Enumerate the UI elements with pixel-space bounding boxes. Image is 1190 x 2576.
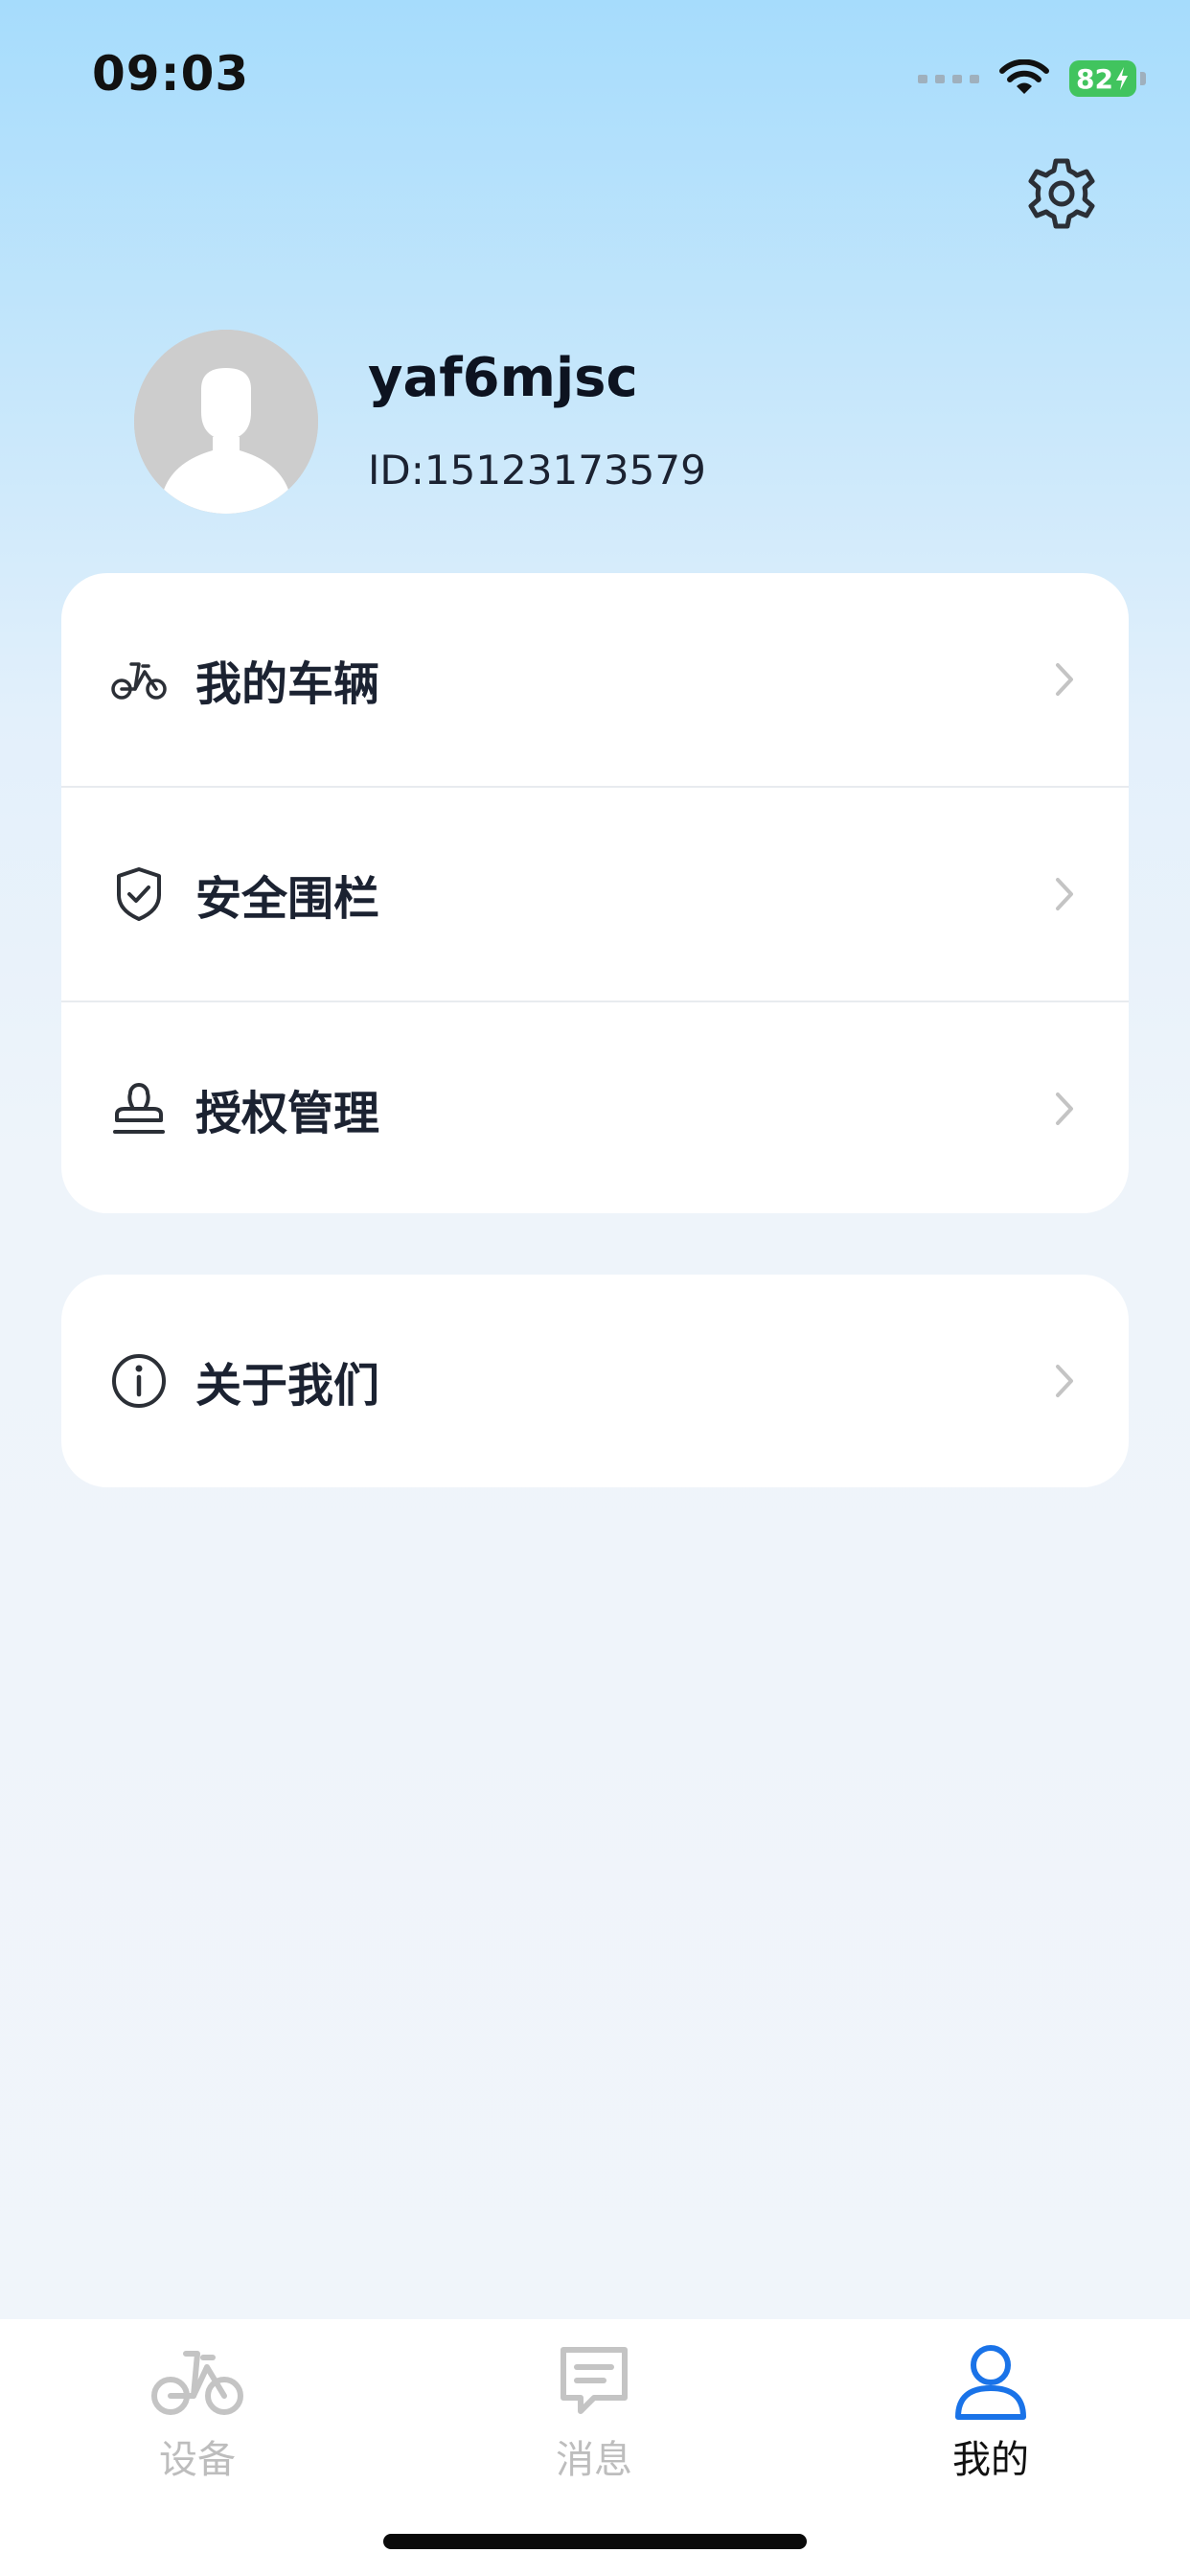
person-icon (938, 2336, 1043, 2425)
menu-item-label: 授权管理 (195, 1087, 380, 1140)
chevron-right-icon (1050, 1088, 1079, 1130)
settings-button[interactable] (1021, 153, 1102, 234)
user-id: ID:15123173579 (368, 447, 706, 494)
tab-messages[interactable]: 消息 (489, 2336, 699, 2484)
menu-card-main: 我的车辆 安全围栏 授权管理 (61, 573, 1129, 1213)
status-time: 09:03 (92, 46, 250, 102)
home-indicator[interactable] (383, 2534, 807, 2549)
menu-item-label: 关于我们 (195, 1359, 380, 1413)
wifi-icon (999, 59, 1049, 94)
chevron-right-icon (1050, 1360, 1079, 1402)
tab-label: 我的 (952, 2438, 1029, 2482)
chevron-right-icon (1050, 873, 1079, 915)
gear-icon (1028, 158, 1095, 229)
avatar[interactable] (134, 330, 318, 514)
bike-icon (145, 2336, 250, 2425)
cellular-signal-icon (918, 74, 979, 83)
menu-item-label: 我的车辆 (195, 657, 380, 711)
menu-item-safety-fence[interactable]: 安全围栏 (61, 788, 1129, 1002)
tab-mine[interactable]: 我的 (885, 2336, 1096, 2484)
tab-devices[interactable]: 设备 (92, 2336, 303, 2484)
menu-item-label: 安全围栏 (195, 872, 380, 926)
menu-item-about-us[interactable]: 关于我们 (61, 1275, 1129, 1487)
menu-item-my-vehicles[interactable]: 我的车辆 (61, 573, 1129, 788)
chevron-right-icon (1050, 658, 1079, 701)
stamp-icon (107, 1077, 171, 1140)
shield-check-icon (107, 862, 171, 926)
bike-icon (107, 648, 171, 711)
username: yaf6mjsc (368, 347, 638, 409)
battery-level: 82 (1076, 62, 1113, 95)
info-icon (107, 1349, 171, 1413)
menu-item-authorization[interactable]: 授权管理 (61, 1002, 1129, 1213)
message-icon (541, 2336, 647, 2425)
default-avatar-icon (134, 330, 318, 514)
tab-label: 设备 (159, 2438, 236, 2482)
status-indicators: 82 (918, 50, 1146, 107)
menu-card-about: 关于我们 (61, 1275, 1129, 1487)
tab-label: 消息 (556, 2438, 632, 2482)
battery-icon: 82 (1069, 60, 1146, 97)
